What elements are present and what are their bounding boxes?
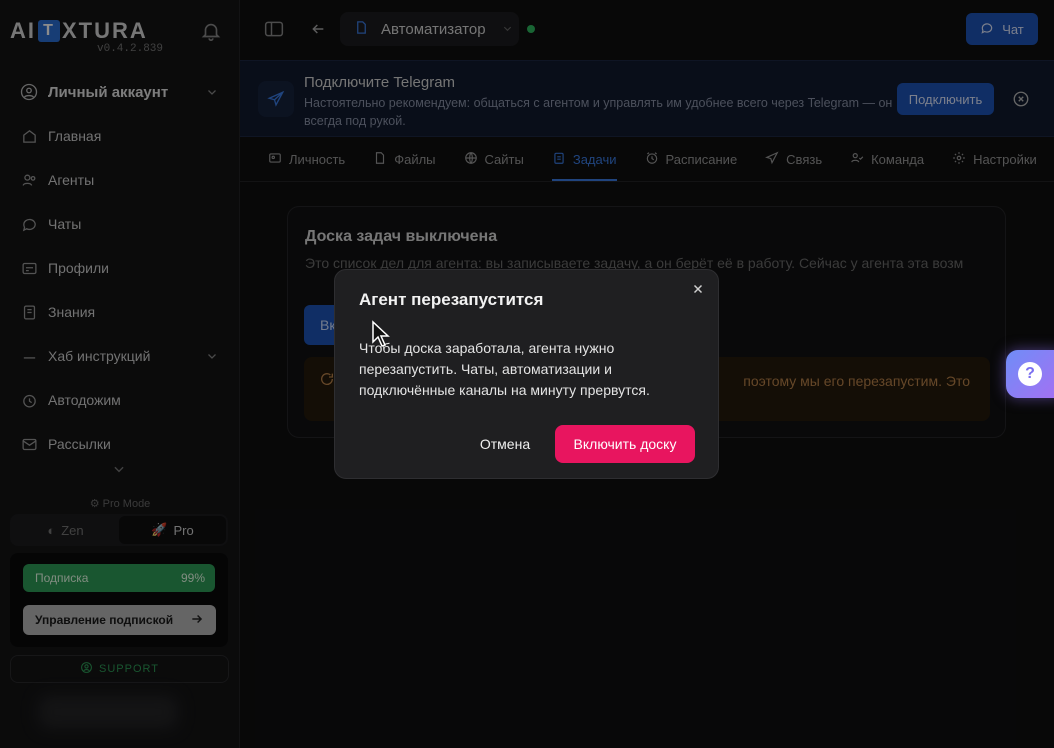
dialog-title: Агент перезапустится [359, 290, 544, 309]
enable-board-button[interactable]: Включить доску [555, 425, 695, 463]
cancel-button[interactable]: Отмена [467, 425, 543, 463]
help-button[interactable]: ? [1006, 350, 1054, 398]
close-icon[interactable] [691, 282, 707, 298]
restart-confirm-dialog: Агент перезапустится Чтобы доска заработ… [334, 269, 719, 479]
help-question-icon: ? [1018, 362, 1042, 386]
app: AI T XTURA v0.4.2.839 Личный аккаунт Гла… [0, 0, 1054, 748]
mouse-cursor-icon [371, 320, 391, 353]
dialog-body: Чтобы доска заработала, агента нужно пер… [359, 340, 650, 398]
